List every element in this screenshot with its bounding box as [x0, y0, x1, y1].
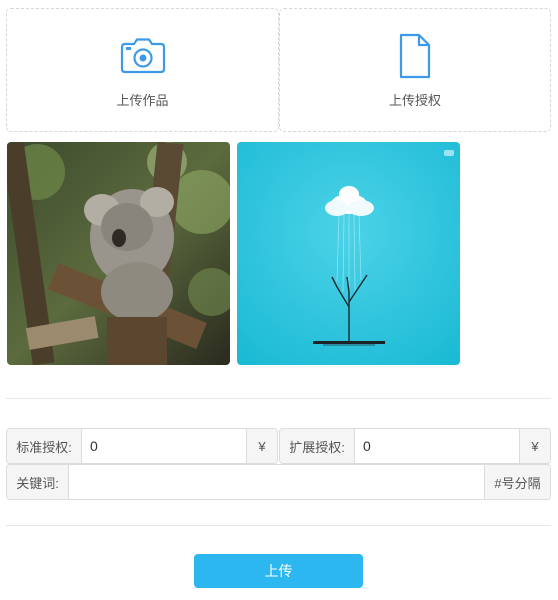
extended-currency-symbol: ¥: [519, 429, 550, 463]
koala-photo-thumbnail[interactable]: [7, 142, 230, 365]
standard-license-label: 标准授权:: [7, 429, 82, 463]
cloud-tree-photo-thumbnail[interactable]: [237, 142, 460, 365]
upload-license-label: 上传授权: [388, 92, 441, 108]
keywords-separator-hint: #号分隔: [484, 465, 550, 499]
upload-work-button[interactable]: 上传作品: [6, 8, 279, 132]
upload-work-label: 上传作品: [116, 92, 169, 108]
submit-upload-button[interactable]: 上传: [194, 554, 363, 588]
extended-license-label: 扩展授权:: [280, 429, 355, 463]
extended-license-price-input[interactable]: [355, 429, 519, 463]
section-divider: [6, 525, 551, 526]
document-icon: [399, 33, 431, 78]
thumbnail-badge: [444, 150, 454, 156]
keywords-input[interactable]: [69, 465, 484, 499]
standard-license-price-group: 标准授权: ¥: [6, 428, 278, 464]
section-divider: [6, 398, 551, 399]
keywords-group: 关键词: #号分隔: [6, 464, 551, 500]
upload-license-button[interactable]: 上传授权: [279, 8, 551, 132]
camera-icon: [120, 36, 166, 76]
extended-license-price-group: 扩展授权: ¥: [279, 428, 551, 464]
standard-currency-symbol: ¥: [246, 429, 277, 463]
standard-license-price-input[interactable]: [82, 429, 246, 463]
keywords-label: 关键词:: [7, 465, 69, 499]
